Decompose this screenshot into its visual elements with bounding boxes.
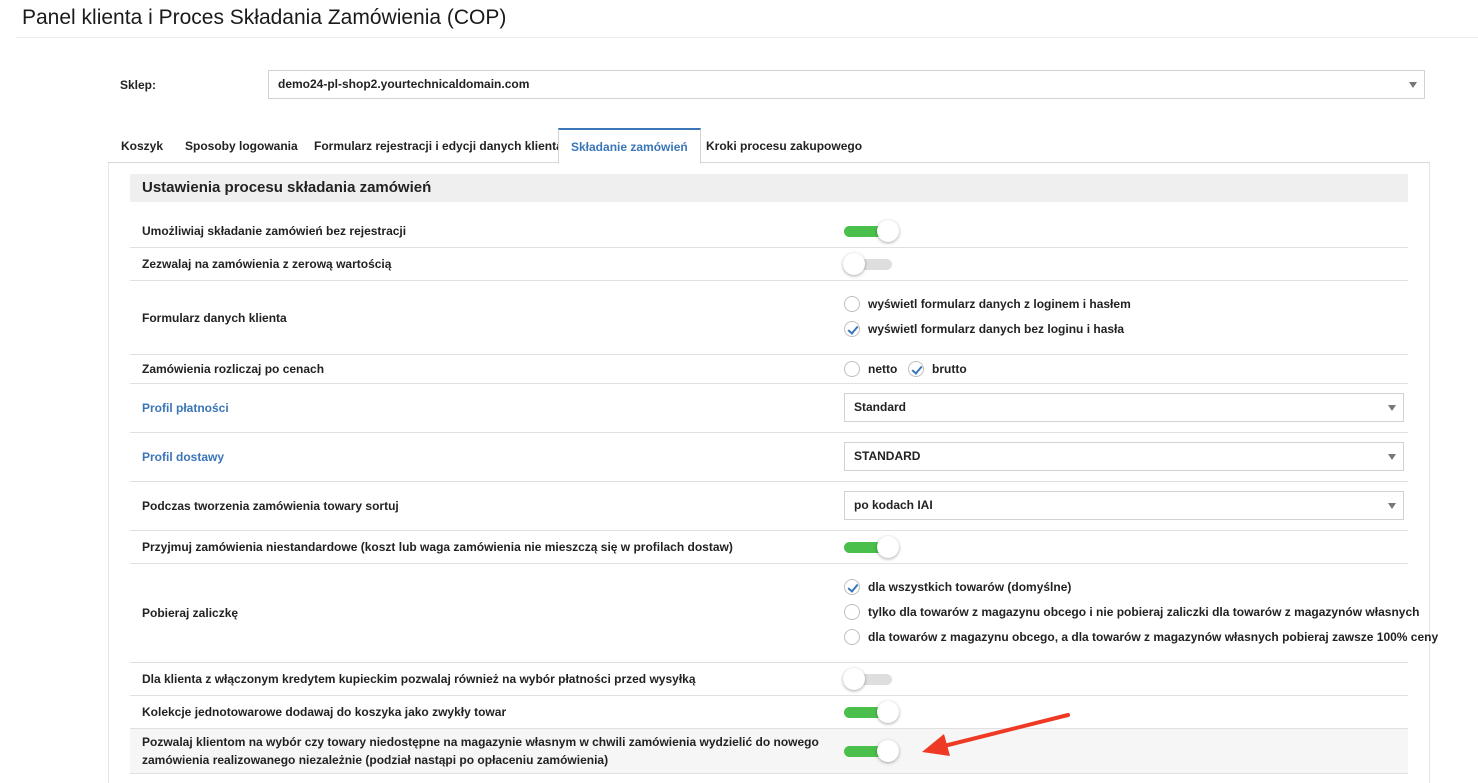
setting-row-customer-form: Formularz danych klienta wyświetl formul… (130, 281, 1408, 355)
customer-form-option-without-login[interactable]: wyświetl formularz danych bez loginu i h… (844, 320, 1124, 338)
delivery-profile-select[interactable]: STANDARD (844, 442, 1404, 471)
setting-row-sorting: Podczas tworzenia zamówienia towary sort… (130, 482, 1408, 531)
payment-profile-select[interactable]: Standard (844, 393, 1404, 422)
zero-value-toggle[interactable] (843, 253, 892, 275)
shop-select[interactable]: demo24-pl-shop2.yourtechnicaldomain.com (268, 70, 1425, 99)
chevron-down-icon (1388, 454, 1396, 460)
setting-row-delivery-profile: Profil dostawy STANDARD (130, 433, 1408, 482)
setting-row-deposit: Pobieraj zaliczkę dla wszystkich towarów… (130, 564, 1438, 663)
setting-label: Formularz danych klienta (142, 311, 287, 325)
radio-label: tylko dla towarów z magazynu obcego i ni… (868, 605, 1420, 619)
deposit-option-full-price[interactable]: dla towarów z magazynu obcego, a dla tow… (844, 628, 1438, 646)
setting-label-line: Pozwalaj klientom na wybór czy towary ni… (142, 735, 819, 749)
radio-label: brutto (932, 362, 967, 376)
setting-row-collections: Kolekcje jednotowarowe dodawaj do koszyk… (130, 696, 1408, 729)
radio-unchecked-icon (844, 361, 860, 377)
payment-profile-link[interactable]: Profil płatności (142, 399, 229, 417)
tab-formularz-rejestracji[interactable]: Formularz rejestracji i edycji danych kl… (314, 128, 563, 163)
delivery-profile-value: STANDARD (854, 449, 921, 463)
radio-checked-icon (844, 321, 860, 337)
radio-label: dla wszystkich towarów (domyślne) (868, 580, 1072, 594)
sorting-value: po kodach IAI (854, 498, 933, 512)
radio-unchecked-icon (844, 629, 860, 645)
shop-label: Sklep: (120, 78, 157, 92)
collections-toggle[interactable] (844, 701, 899, 723)
merchant-credit-toggle[interactable] (843, 668, 892, 690)
setting-label: Zezwalaj na zamówienia z zerową wartości… (142, 257, 392, 271)
chevron-down-icon (1409, 82, 1417, 88)
setting-row-prices: Zamówienia rozliczaj po cenach netto bru… (130, 355, 1408, 384)
page-title: Panel klienta i Proces Składania Zamówie… (22, 6, 507, 29)
radio-label: netto (868, 362, 898, 376)
chevron-down-icon (1388, 503, 1396, 509)
radio-checked-icon (908, 361, 924, 377)
payment-profile-value: Standard (854, 400, 907, 414)
setting-row-split-order: Pozwalaj klientom na wybór czy towary ni… (130, 729, 1408, 774)
section-title: Ustawienia procesu składania zamówień (130, 174, 1408, 202)
radio-checked-icon (844, 579, 860, 595)
tab-skladanie-zamowien[interactable]: Składanie zamówień (558, 128, 701, 164)
annotation-arrow-icon (922, 713, 1070, 756)
setting-label: Pobieraj zaliczkę (142, 606, 239, 620)
split-order-toggle[interactable] (844, 740, 899, 762)
tab-kroki-procesu[interactable]: Kroki procesu zakupowego (706, 128, 862, 163)
deposit-option-all[interactable]: dla wszystkich towarów (domyślne) (844, 578, 1071, 596)
setting-label: Dla klienta z włączonym kredytem kupieck… (142, 672, 696, 686)
setting-label: Pozwalaj klientom na wybór czy towary ni… (142, 733, 819, 769)
setting-row-merchant-credit: Dla klienta z włączonym kredytem kupieck… (130, 663, 1408, 696)
prices-option-brutto[interactable]: brutto (908, 360, 967, 378)
radio-unchecked-icon (844, 604, 860, 620)
delivery-profile-link[interactable]: Profil dostawy (142, 448, 224, 466)
title-divider (16, 37, 1478, 38)
nonstandard-toggle[interactable] (844, 536, 899, 558)
shop-select-value: demo24-pl-shop2.yourtechnicaldomain.com (278, 77, 530, 91)
radio-label: wyświetl formularz danych bez loginu i h… (868, 322, 1125, 336)
sorting-select[interactable]: po kodach IAI (844, 491, 1404, 520)
customer-form-option-with-login[interactable]: wyświetl formularz danych z loginem i ha… (844, 295, 1131, 313)
setting-label: Przyjmuj zamówienia niestandardowe (kosz… (142, 540, 733, 554)
setting-row-nonstandard: Przyjmuj zamówienia niestandardowe (kosz… (130, 531, 1408, 564)
deposit-option-foreign-only[interactable]: tylko dla towarów z magazynu obcego i ni… (844, 603, 1419, 621)
no-registration-toggle[interactable] (844, 220, 899, 242)
setting-label: Umożliwiaj składanie zamówień bez rejest… (142, 224, 407, 238)
setting-label: Zamówienia rozliczaj po cenach (142, 362, 325, 376)
tab-sposoby-logowania[interactable]: Sposoby logowania (185, 128, 298, 163)
chevron-down-icon (1388, 405, 1396, 411)
setting-row-zero-value: Zezwalaj na zamówienia z zerową wartości… (130, 248, 1408, 281)
radio-unchecked-icon (844, 296, 860, 312)
radio-label: wyświetl formularz danych z loginem i ha… (868, 297, 1131, 311)
tab-koszyk[interactable]: Koszyk (121, 128, 163, 163)
tab-bar: Koszyk Sposoby logowania Formularz rejes… (108, 128, 1430, 164)
setting-label: Kolekcje jednotowarowe dodawaj do koszyk… (142, 705, 507, 719)
setting-row-no-registration: Umożliwiaj składanie zamówień bez rejest… (130, 214, 1408, 248)
setting-label: Podczas tworzenia zamówienia towary sort… (142, 499, 399, 513)
prices-option-netto[interactable]: netto (844, 360, 897, 378)
radio-label: dla towarów z magazynu obcego, a dla tow… (868, 630, 1439, 644)
setting-row-payment-profile: Profil płatności Standard (130, 384, 1408, 433)
setting-label-line: zamówienia realizowanego niezależnie (po… (142, 753, 609, 767)
